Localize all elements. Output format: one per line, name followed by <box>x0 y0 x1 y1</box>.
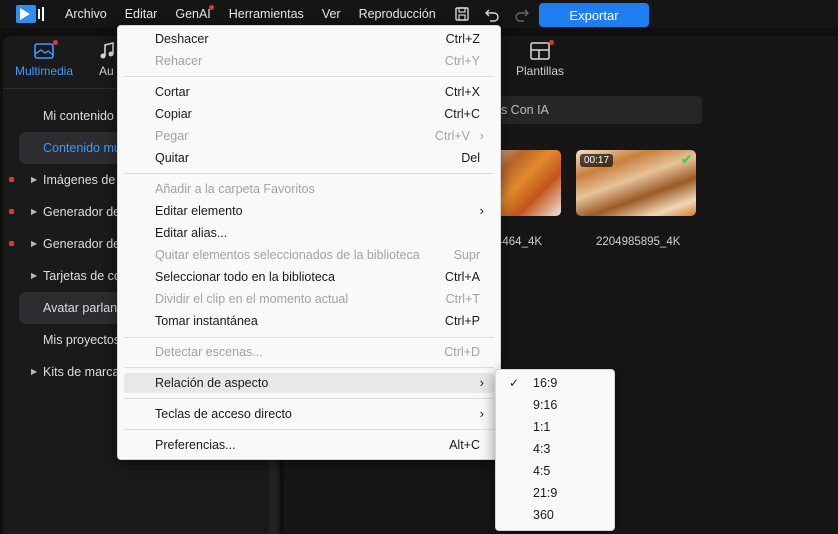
thumbnail-caption: 2204985895_4K <box>596 236 681 248</box>
redo-icon[interactable] <box>512 4 532 24</box>
menu-item-tomar-instantanea[interactable]: Tomar instantánea Ctrl+P <box>124 311 494 331</box>
notification-dot <box>53 40 58 45</box>
menu-item-detectar-escenas[interactable]: Detectar escenas... Ctrl+D <box>124 342 494 362</box>
menu-ver[interactable]: Ver <box>313 0 350 28</box>
aspect-option-4-3[interactable]: 4:3 <box>500 439 610 459</box>
expand-arrow-icon[interactable]: ▶ <box>31 228 37 260</box>
search-placeholder: os Con IA <box>494 103 549 117</box>
media-icon <box>33 40 58 60</box>
menu-separator <box>124 367 494 368</box>
menu-archivo[interactable]: Archivo <box>56 0 116 28</box>
aspect-option-360[interactable]: 360 <box>500 505 610 525</box>
thumbnail-caption: 4464_4K <box>496 236 543 248</box>
aspect-ratio-submenu: ✓ 16:9 9:16 1:1 4:3 4:5 21:9 360 <box>495 369 615 531</box>
app-logo-icon[interactable] <box>16 5 46 23</box>
check-icon: ✔ <box>681 152 692 167</box>
tab-audio[interactable]: Au <box>99 41 119 86</box>
menu-separator <box>124 173 494 174</box>
menu-item-cortar[interactable]: Cortar Ctrl+X <box>124 82 494 102</box>
menu-item-favoritos[interactable]: Añadir a la carpeta Favoritos <box>124 179 494 199</box>
notification-dot <box>208 5 214 10</box>
duration-badge: 00:17 <box>580 154 614 167</box>
aspect-option-9-16[interactable]: 9:16 <box>500 395 610 415</box>
media-thumbnail[interactable]: 00:17 ✔ <box>576 150 696 216</box>
aspect-option-16-9[interactable]: ✓ 16:9 <box>500 373 610 393</box>
menu-item-editar-elemento[interactable]: Editar elemento › <box>124 201 494 221</box>
tab-multimedia-label: Multimedia <box>14 64 74 78</box>
expand-arrow-icon[interactable]: ▶ <box>31 196 37 228</box>
chevron-right-icon: › <box>479 375 484 390</box>
menu-item-relacion-de-aspecto[interactable]: Relación de aspecto › <box>124 373 494 393</box>
menu-item-rehacer[interactable]: Rehacer Ctrl+Y <box>124 51 494 71</box>
menu-item-deshacer[interactable]: Deshacer Ctrl+Z <box>124 29 494 49</box>
menu-item-preferencias[interactable]: Preferencias... Alt+C <box>124 435 494 455</box>
edit-context-menu: Deshacer Ctrl+Z Rehacer Ctrl+Y Cortar Ct… <box>117 25 501 460</box>
music-note-icon <box>100 41 114 59</box>
notification-dot <box>9 177 14 182</box>
toolbar-icons <box>452 4 532 24</box>
menu-separator <box>124 398 494 399</box>
expand-arrow-icon[interactable]: ▶ <box>31 356 37 388</box>
save-icon[interactable] <box>452 4 472 24</box>
menu-genai[interactable]: GenAI <box>166 0 219 28</box>
tab-plantillas-label: Plantillas <box>515 64 565 78</box>
menu-item-quitar-seleccionados[interactable]: Quitar elementos seleccionados de la bib… <box>124 245 494 265</box>
menu-item-pegar[interactable]: Pegar Ctrl+V › <box>124 126 494 146</box>
notification-dot <box>9 209 14 214</box>
menu-separator <box>124 76 494 77</box>
templates-icon <box>529 40 554 60</box>
menu-item-editar-alias[interactable]: Editar alias... <box>124 223 494 243</box>
aspect-option-4-5[interactable]: 4:5 <box>500 461 610 481</box>
aspect-option-1-1[interactable]: 1:1 <box>500 417 610 437</box>
menu-herramientas[interactable]: Herramientas <box>220 0 313 28</box>
menu-editar[interactable]: Editar <box>116 0 167 28</box>
chevron-right-icon: › <box>479 203 484 218</box>
undo-icon[interactable] <box>482 4 502 24</box>
menu-item-teclas-de-acceso[interactable]: Teclas de acceso directo › <box>124 404 494 424</box>
tab-audio-label: Au <box>99 64 114 78</box>
export-button[interactable]: Exportar <box>539 3 649 27</box>
menu-separator <box>124 337 494 338</box>
expand-arrow-icon[interactable]: ▶ <box>31 260 37 292</box>
check-icon: ✓ <box>509 376 520 390</box>
tab-multimedia[interactable]: Multimedia <box>11 40 77 86</box>
chevron-right-icon: › <box>479 128 484 143</box>
menu-bar: Archivo Editar GenAI Herramientas Ver Re… <box>56 0 445 28</box>
menu-item-quitar[interactable]: Quitar Del <box>124 148 494 168</box>
expand-arrow-icon[interactable]: ▶ <box>31 164 37 196</box>
menu-reproduccion[interactable]: Reproducción <box>350 0 445 28</box>
notification-dot <box>549 40 554 45</box>
menu-item-seleccionar-todo[interactable]: Seleccionar todo en la biblioteca Ctrl+A <box>124 267 494 287</box>
menu-item-dividir-clip[interactable]: Dividir el clip en el momento actual Ctr… <box>124 289 494 309</box>
menu-separator <box>124 429 494 430</box>
title-bar: Archivo Editar GenAI Herramientas Ver Re… <box>0 0 838 28</box>
chevron-right-icon: › <box>479 406 484 421</box>
notification-dot <box>9 241 14 246</box>
aspect-option-21-9[interactable]: 21:9 <box>500 483 610 503</box>
menu-item-copiar[interactable]: Copiar Ctrl+C <box>124 104 494 124</box>
tab-plantillas[interactable]: Plantillas <box>510 40 570 86</box>
